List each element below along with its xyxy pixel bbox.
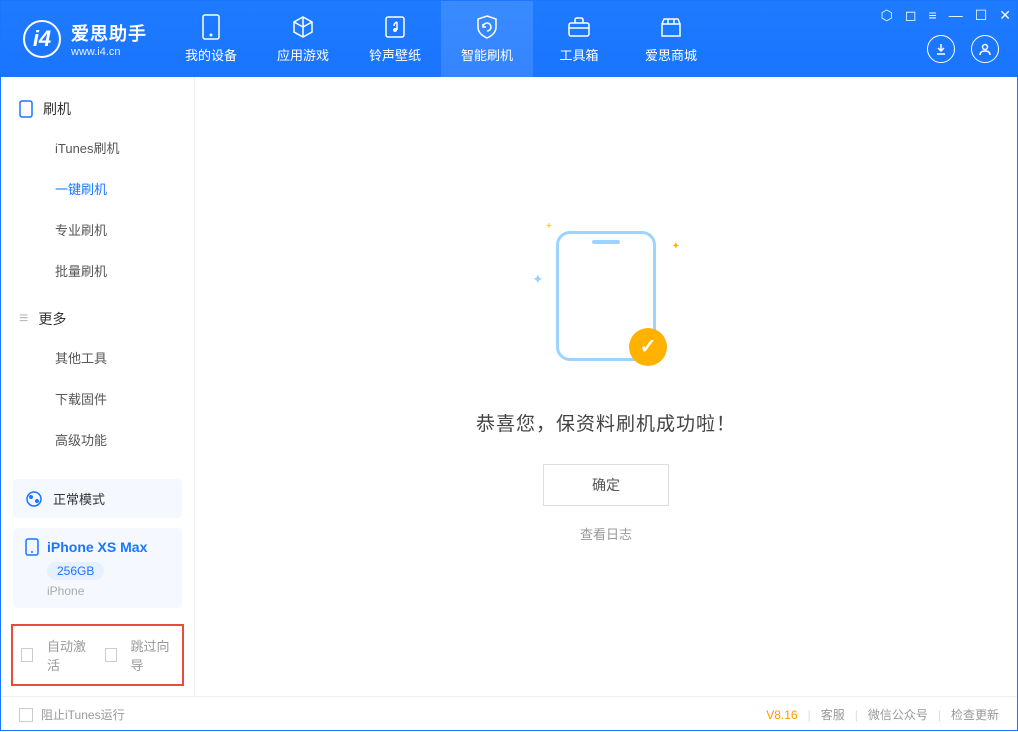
logo-area: i4 爱思助手 www.i4.cn: [1, 1, 165, 77]
block-itunes-checkbox[interactable]: [19, 708, 33, 722]
phone-icon: [199, 15, 223, 39]
auto-activate-label: 自动激活: [47, 636, 90, 674]
version-label: V8.16: [766, 708, 797, 722]
shirt-icon[interactable]: ⬡: [881, 7, 893, 24]
close-icon[interactable]: ✕: [999, 7, 1011, 24]
flash-options-highlight: 自动激活 跳过向导: [11, 624, 184, 686]
mode-icon: [25, 490, 43, 508]
check-update-link[interactable]: 检查更新: [951, 706, 999, 723]
sidebar-item-batch-flash[interactable]: 批量刷机: [1, 250, 194, 291]
phone-outline-icon: [19, 100, 33, 118]
sidebar-group-more: ≡ 更多: [1, 301, 194, 337]
sidebar-item-pro-flash[interactable]: 专业刷机: [1, 209, 194, 250]
device-name: iPhone XS Max: [47, 539, 147, 555]
tab-label: 应用游戏: [277, 45, 329, 64]
tab-label: 工具箱: [559, 45, 598, 64]
menu-icon[interactable]: ≡: [929, 7, 937, 24]
footer: 阻止iTunes运行 V8.16 | 客服 | 微信公众号 | 检查更新: [1, 696, 1017, 732]
tab-ringtones[interactable]: 铃声壁纸: [349, 1, 441, 77]
logo-icon: i4: [23, 20, 61, 58]
sidebar-item-itunes-flash[interactable]: iTunes刷机: [1, 127, 194, 168]
sparkle-icon: ✦: [532, 271, 544, 288]
maximize-icon[interactable]: ☐: [975, 7, 988, 24]
device-type: iPhone: [47, 584, 170, 598]
tab-label: 我的设备: [185, 45, 237, 64]
mode-label: 正常模式: [53, 489, 105, 508]
success-message: 恭喜您，保资料刷机成功啦！: [476, 409, 736, 436]
tab-label: 铃声壁纸: [369, 45, 421, 64]
window-controls: ⬡ ◻ ≡ — ☐ ✕: [881, 7, 1011, 24]
user-icon[interactable]: [971, 35, 999, 63]
ok-button[interactable]: 确定: [543, 464, 669, 506]
tab-label: 智能刷机: [461, 45, 513, 64]
app-name: 爱思助手: [71, 20, 147, 46]
tab-apps[interactable]: 应用游戏: [257, 1, 349, 77]
cube-icon: [291, 15, 315, 39]
store-icon: [659, 15, 683, 39]
minimize-icon[interactable]: —: [949, 7, 963, 24]
refresh-shield-icon: [475, 15, 499, 39]
sidebar-group-flash: 刷机: [1, 91, 194, 127]
group-title: 刷机: [43, 99, 71, 119]
tab-label: 爱思商城: [645, 45, 697, 64]
support-link[interactable]: 客服: [821, 706, 845, 723]
skip-wizard-label: 跳过向导: [131, 636, 174, 674]
auto-activate-checkbox[interactable]: [21, 648, 33, 662]
phone-illustration-icon: ✓: [556, 231, 656, 361]
nav-tabs: 我的设备 应用游戏 铃声壁纸 智能刷机 工具箱 爱思商城: [165, 1, 717, 77]
sparkle-icon: ✦: [672, 241, 680, 252]
sidebar-item-advanced[interactable]: 高级功能: [1, 419, 194, 460]
list-icon: ≡: [19, 310, 28, 328]
main-content: ✓ ✦ ✦ + 恭喜您，保资料刷机成功啦！ 确定 查看日志: [195, 77, 1017, 696]
header-actions: [927, 35, 999, 63]
skip-wizard-checkbox[interactable]: [105, 648, 117, 662]
sidebar-item-one-click-flash[interactable]: 一键刷机: [1, 168, 194, 209]
success-illustration: ✓ ✦ ✦ +: [556, 231, 656, 361]
tab-store[interactable]: 爱思商城: [625, 1, 717, 77]
app-header: i4 爱思助手 www.i4.cn 我的设备 应用游戏 铃声壁纸 智能刷机 工具…: [1, 1, 1017, 77]
sidebar-item-other-tools[interactable]: 其他工具: [1, 337, 194, 378]
wechat-link[interactable]: 微信公众号: [868, 706, 928, 723]
lock-icon[interactable]: ◻: [905, 7, 917, 24]
sidebar: 刷机 iTunes刷机 一键刷机 专业刷机 批量刷机 ≡ 更多 其他工具 下载固…: [1, 77, 195, 696]
tab-toolbox[interactable]: 工具箱: [533, 1, 625, 77]
view-log-link[interactable]: 查看日志: [580, 524, 632, 543]
mode-card[interactable]: 正常模式: [13, 479, 182, 518]
tab-my-device[interactable]: 我的设备: [165, 1, 257, 77]
block-itunes-label: 阻止iTunes运行: [41, 706, 125, 723]
tab-flash[interactable]: 智能刷机: [441, 1, 533, 77]
device-capacity: 256GB: [47, 562, 104, 580]
device-card[interactable]: iPhone XS Max 256GB iPhone: [13, 528, 182, 608]
sidebar-item-download-firmware[interactable]: 下载固件: [1, 378, 194, 419]
download-icon[interactable]: [927, 35, 955, 63]
sparkle-icon: +: [546, 221, 552, 232]
group-title: 更多: [38, 309, 66, 329]
toolbox-icon: [567, 15, 591, 39]
app-url: www.i4.cn: [71, 46, 147, 58]
device-icon: [25, 538, 39, 556]
music-icon: [383, 15, 407, 39]
checkmark-badge-icon: ✓: [629, 328, 667, 366]
